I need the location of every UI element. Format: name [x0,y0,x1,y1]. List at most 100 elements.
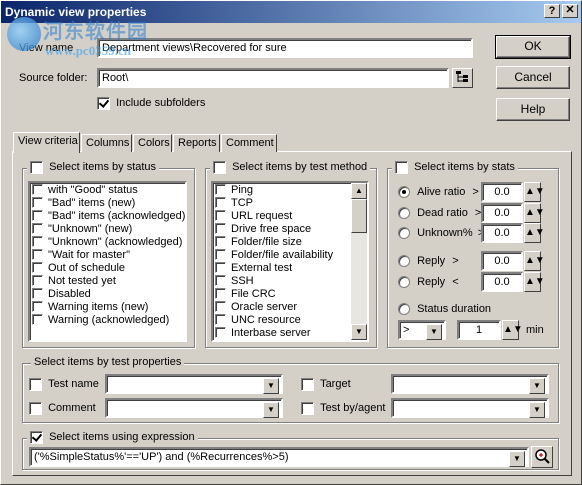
list-item[interactable]: Disabled [30,287,185,301]
list-item[interactable]: "Unknown" (acknowledged) [30,235,185,249]
method-item-checkbox[interactable] [215,274,226,286]
status-item-checkbox[interactable] [32,248,43,260]
target-option[interactable]: Target [301,378,351,391]
scroll-up-icon[interactable]: ▲ [351,183,367,199]
list-item[interactable]: Out of schedule [30,261,185,275]
chevron-down-icon[interactable]: ▼ [529,378,545,394]
help-button[interactable]: Help [496,98,570,121]
list-item[interactable]: TCP [213,196,367,210]
status-item-checkbox[interactable] [32,287,43,299]
stat-row-unknown[interactable]: Unknown% > [398,227,484,240]
status-item-checkbox[interactable] [32,222,43,234]
select-by-expression-checkbox[interactable] [30,431,43,444]
reply-lt-radio[interactable] [398,276,410,289]
duration-spin-icon[interactable]: ▲▼ [502,320,523,340]
alive-ratio-value[interactable]: 0.0 [481,182,523,202]
comment-option[interactable]: Comment [29,402,96,415]
tab-columns[interactable]: Columns [81,134,132,152]
list-item[interactable]: "Wait for master" [30,248,185,262]
method-item-checkbox[interactable] [215,326,226,338]
dead-ratio-spin-icon[interactable]: ▲▼ [524,203,545,223]
list-item[interactable]: with "Good" status [30,183,185,197]
comment-checkbox[interactable] [29,402,42,415]
help-title-button[interactable]: ? [544,4,560,18]
scroll-down-icon[interactable]: ▼ [351,324,367,340]
test-by-agent-select[interactable]: ▼ [391,398,549,418]
source-folder-field[interactable]: Root\ [97,68,449,88]
status-item-checkbox[interactable] [32,183,43,195]
reply-gt-value[interactable]: 0.0 [481,251,523,271]
cancel-button[interactable]: Cancel [496,66,570,89]
dead-ratio-value[interactable]: 0.0 [481,203,523,223]
scroll-thumb[interactable] [351,199,367,233]
chevron-down-icon[interactable]: ▼ [426,324,442,340]
status-item-checkbox[interactable] [32,300,43,312]
method-item-checkbox[interactable] [215,248,226,260]
method-list[interactable]: Ping TCP URL request Drive free space Fo… [211,181,369,342]
reply-gt-spin-icon[interactable]: ▲▼ [524,251,545,271]
unknown-percent-value[interactable]: 0.0 [481,223,523,243]
method-item-checkbox[interactable] [215,183,226,195]
tab-comment[interactable]: Comment [221,134,277,152]
list-item[interactable]: URL request [213,209,367,223]
test-name-select[interactable]: ▼ [105,374,283,394]
status-item-checkbox[interactable] [32,274,43,286]
list-item[interactable]: Folder/file size [213,235,367,249]
status-item-checkbox[interactable] [32,196,43,208]
include-subfolders-checkbox[interactable] [97,97,110,110]
alive-ratio-radio[interactable] [398,186,410,199]
unknown-percent-radio[interactable] [398,227,410,240]
list-item[interactable]: UNC resource [213,313,367,327]
select-by-stats-checkbox[interactable] [395,161,408,174]
method-item-checkbox[interactable] [215,313,226,325]
stat-row-dead[interactable]: Dead ratio > [398,207,481,220]
include-subfolders-option[interactable]: Include subfolders [97,97,205,110]
close-title-button[interactable]: ✕ [562,4,578,18]
stat-row-alive[interactable]: Alive ratio > [398,186,479,199]
expression-builder-button[interactable] [531,446,553,468]
status-duration-radio[interactable] [398,303,410,316]
dead-ratio-radio[interactable] [398,207,410,220]
stat-row-reply-lt[interactable]: Reply < [398,276,459,289]
status-duration-row[interactable]: Status duration [398,303,491,316]
ok-button[interactable]: OK [495,35,571,59]
chevron-down-icon[interactable]: ▼ [509,451,525,467]
select-by-method-checkbox[interactable] [213,161,226,174]
method-item-checkbox[interactable] [215,222,226,234]
list-item[interactable]: Interbase server [213,326,367,340]
list-item[interactable]: Ping [213,183,367,197]
list-item[interactable]: Drive free space [213,222,367,236]
chevron-down-icon[interactable]: ▼ [263,378,279,394]
status-list[interactable]: with "Good" status "Bad" items (new) "Ba… [28,181,187,342]
select-by-status-checkbox[interactable] [30,161,43,174]
duration-value[interactable]: 1 [457,320,501,340]
list-item[interactable]: Warning (acknowledged) [30,313,185,327]
method-list-scrollbar[interactable]: ▲ ▼ [351,183,367,340]
method-item-checkbox[interactable] [215,300,226,312]
list-item[interactable]: External test [213,261,367,275]
status-item-checkbox[interactable] [32,235,43,247]
list-item[interactable]: Oracle server [213,300,367,314]
view-name-field[interactable]: Department views\Recovered for sure [97,38,473,58]
method-item-checkbox[interactable] [215,287,226,299]
target-checkbox[interactable] [301,378,314,391]
tab-view-criteria[interactable]: View criteria [13,132,80,153]
tab-reports[interactable]: Reports [173,134,220,152]
list-item[interactable]: "Bad" items (acknowledged) [30,209,185,223]
method-item-checkbox[interactable] [215,209,226,221]
list-item[interactable]: Folder/file availability [213,248,367,262]
reply-gt-radio[interactable] [398,255,410,268]
status-item-checkbox[interactable] [32,209,43,221]
method-item-checkbox[interactable] [215,235,226,247]
test-by-agent-checkbox[interactable] [301,402,314,415]
status-item-checkbox[interactable] [32,313,43,325]
list-item[interactable]: Warning items (new) [30,300,185,314]
list-item[interactable]: "Bad" items (new) [30,196,185,210]
test-name-option[interactable]: Test name [29,378,99,391]
list-item[interactable]: Not tested yet [30,274,185,288]
list-item[interactable]: SSH [213,274,367,288]
tab-colors[interactable]: Colors [133,134,172,152]
chevron-down-icon[interactable]: ▼ [263,402,279,418]
list-item[interactable]: "Unknown" (new) [30,222,185,236]
chevron-down-icon[interactable]: ▼ [529,402,545,418]
